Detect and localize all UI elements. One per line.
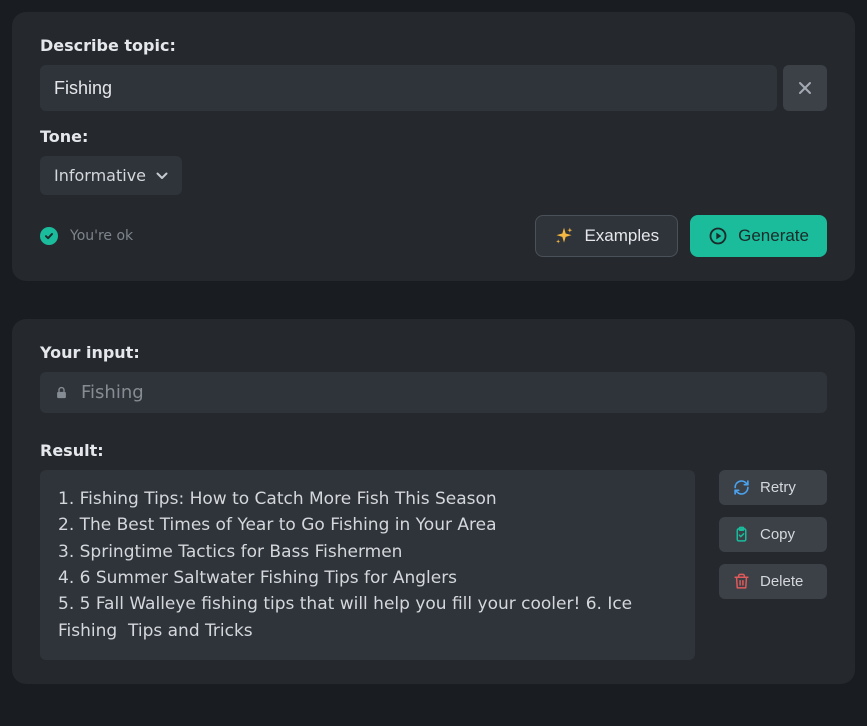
your-input-display: Fishing [40,372,827,413]
trash-icon [733,573,750,590]
copy-button[interactable]: Copy [719,517,827,552]
chevron-down-icon [156,172,168,180]
sparkle-icon [554,226,574,246]
status-indicator: You're ok [40,227,133,245]
button-group: Examples Generate [535,215,827,257]
your-input-label: Your input: [40,343,827,362]
generate-button[interactable]: Generate [690,215,827,257]
tone-label: Tone: [40,127,827,146]
tone-value: Informative [54,166,146,185]
status-text: You're ok [70,228,133,244]
result-label: Result: [40,441,827,460]
examples-label: Examples [584,226,659,246]
clear-input-button[interactable] [783,65,827,111]
input-panel: Describe topic: Tone: Informative You're… [12,12,855,281]
copy-label: Copy [760,526,795,543]
examples-button[interactable]: Examples [535,215,678,257]
retry-label: Retry [760,479,796,496]
result-text: 1. Fishing Tips: How to Catch More Fish … [40,470,695,660]
delete-label: Delete [760,573,803,590]
close-icon [798,81,812,95]
check-circle-icon [40,227,58,245]
lock-icon [54,385,69,400]
refresh-icon [733,479,750,496]
actions-row: You're ok Examples Generate [40,215,827,257]
retry-button[interactable]: Retry [719,470,827,505]
play-circle-icon [708,226,728,246]
clipboard-icon [733,526,750,543]
your-input-value: Fishing [81,382,144,403]
describe-topic-label: Describe topic: [40,36,827,55]
tone-select[interactable]: Informative [40,156,182,195]
output-panel: Your input: Fishing Result: 1. Fishing T… [12,319,855,684]
delete-button[interactable]: Delete [719,564,827,599]
generate-label: Generate [738,226,809,246]
result-actions: Retry Copy Delete [719,470,827,599]
describe-input-row [40,65,827,111]
describe-topic-input[interactable] [40,65,777,111]
result-row: 1. Fishing Tips: How to Catch More Fish … [40,470,827,660]
